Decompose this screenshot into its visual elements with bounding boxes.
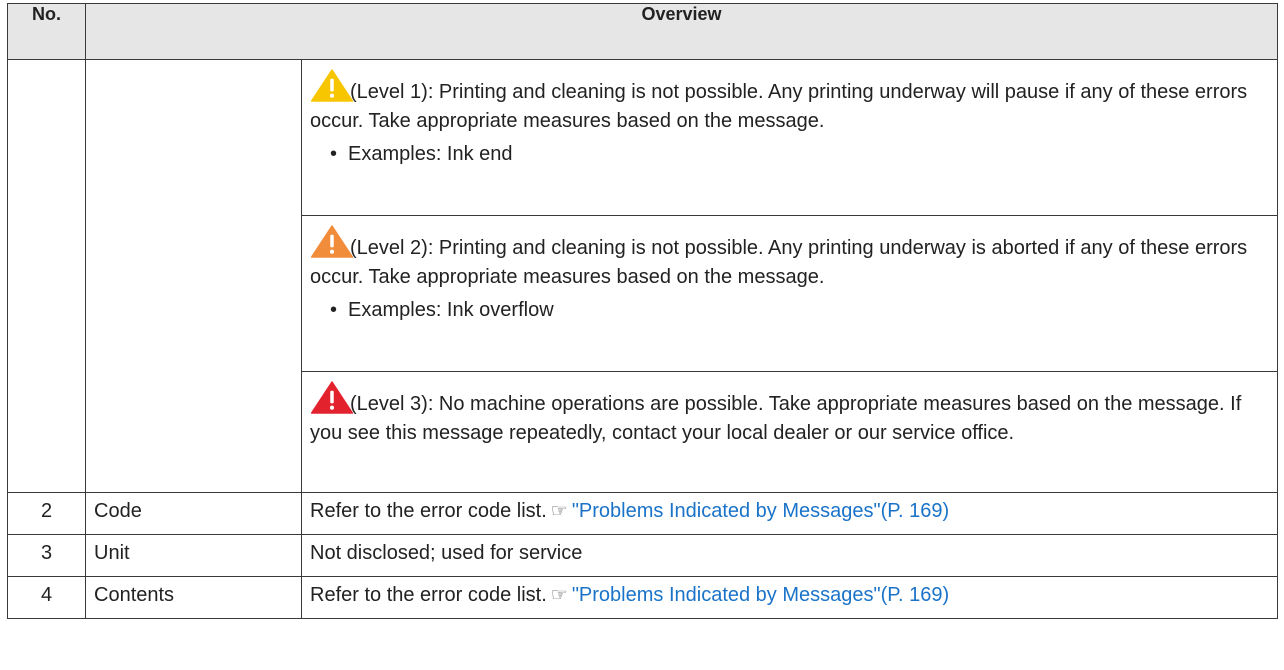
error-spec-table: No. Overview (Level 1): Printing and cle… [7, 3, 1278, 619]
header-overview: Overview [85, 3, 1278, 60]
row-text: Refer to the error code list. [310, 500, 547, 522]
warning-icon [310, 225, 354, 258]
level-2-cell: (Level 2): Printing and cleaning is not … [301, 215, 1278, 372]
table-row: 2 Code Refer to the error code list. ☞ "Pr… [7, 492, 1278, 535]
empty-no-cell [7, 59, 86, 493]
row-number: 3 [7, 534, 86, 577]
row-text: Not disclosed; used for service [310, 542, 583, 564]
level-3-cell: (Level 3): No machine operations are pos… [301, 371, 1278, 493]
pointing-hand-icon: ☞ [550, 585, 568, 606]
level-1-cell: (Level 1): Printing and cleaning is not … [301, 59, 1278, 216]
header-no: No. [7, 3, 86, 60]
row-number: 4 [7, 576, 86, 619]
header-row: No. Overview [7, 3, 1278, 60]
table-row: 3 Unit Not disclosed; used for service [7, 534, 1278, 577]
example-item: • Examples: Ink end [310, 140, 1267, 169]
empty-item-cell [85, 59, 302, 493]
warning-icon [310, 69, 354, 102]
row-item: Contents [85, 576, 302, 619]
level-row: (Level 1): Printing and cleaning is not … [7, 59, 1278, 493]
row-number: 2 [7, 492, 86, 535]
level-2-text: (Level 2): Printing and cleaning is not … [310, 237, 1248, 288]
reference-link[interactable]: "Problems Indicated by Messages"(P. 169) [572, 500, 949, 522]
table-row: 4 Contents Refer to the error code list.… [7, 576, 1278, 619]
bullet: • [330, 299, 338, 321]
row-overview: Refer to the error code list. ☞ "Problems … [301, 492, 1278, 535]
reference-link[interactable]: "Problems Indicated by Messages"(P. 169) [572, 584, 949, 606]
example-item: • Examples: Ink overflow [310, 296, 1267, 325]
row-item: Code [85, 492, 302, 535]
row-overview: Not disclosed; used for service [301, 534, 1278, 577]
level-1-text: (Level 1): Printing and cleaning is not … [310, 81, 1248, 132]
example-text: Examples: Ink overflow [348, 299, 554, 321]
pointing-hand-icon: ☞ [550, 501, 568, 522]
level-3-text: (Level 3): No machine operations are pos… [310, 393, 1242, 444]
row-text: Refer to the error code list. [310, 584, 547, 606]
bullet: • [330, 143, 338, 165]
example-text: Examples: Ink end [348, 143, 513, 165]
row-overview: Refer to the error code list. ☞ "Problems … [301, 576, 1278, 619]
warning-icon [310, 381, 354, 414]
row-item: Unit [85, 534, 302, 577]
